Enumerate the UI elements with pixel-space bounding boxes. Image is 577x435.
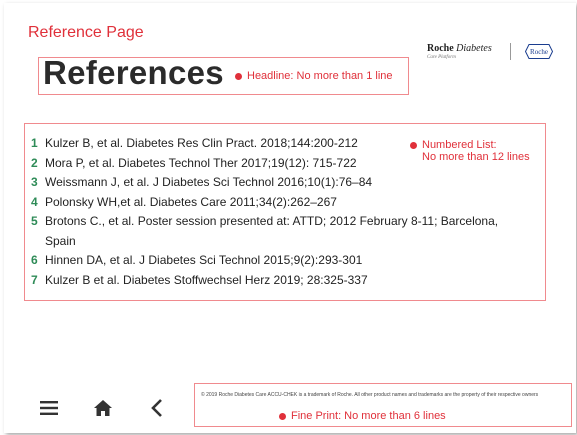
home-button[interactable] (92, 397, 114, 419)
references-list-box: 1 Kulzer B, et al. Diabetes Res Clin Prac… (24, 123, 546, 301)
fine-print: © 2019 Roche Diabetes Care ACCU-CHEK is … (201, 392, 539, 398)
list-note-title: Numbered List: (422, 139, 497, 151)
note-dot (279, 413, 286, 420)
headline-note: Headline: No more than 1 line (247, 70, 393, 82)
svg-text:Roche: Roche (530, 48, 548, 56)
list-item: 3 Weissmann J, et al. J Diabetes Sci Tech… (31, 175, 373, 189)
menu-button[interactable] (38, 397, 60, 419)
page-label: Reference Page (28, 24, 144, 41)
headline-box: References Headline: No more than 1 line (38, 54, 409, 95)
fine-print-box: © 2019 Roche Diabetes Care ACCU-CHEK is … (194, 383, 572, 427)
note-dot (410, 142, 417, 149)
brand-subtitle: Care Platform (427, 55, 456, 60)
hamburger-menu-icon (40, 401, 58, 415)
note-dot (235, 73, 242, 80)
roche-logo-icon: Roche (525, 44, 553, 59)
fine-print-note: Fine Print: No more than 6 lines (291, 410, 446, 422)
home-icon (94, 400, 112, 416)
brand-logo-area: Roche Diabetes Care Platform Roche (427, 43, 557, 65)
brand-separator (510, 43, 511, 60)
list-item: 5 Brotons C., et al. Poster session prese… (31, 214, 499, 248)
chevron-left-icon (151, 399, 162, 417)
brand-name: Roche Diabetes (427, 43, 492, 54)
list-item: 6 Hinnen DA, et al. J Diabetes Sci Techno… (31, 253, 363, 267)
back-button[interactable] (146, 397, 168, 419)
list-item: 7 Kulzer B et al. Diabetes Stoffwechsel H… (31, 272, 368, 287)
list-note-detail: No more than 12 lines (422, 151, 530, 163)
list-item: 4 Polonsky WH,et al. Diabetes Care 2011;3… (31, 194, 337, 209)
page-title: References (43, 54, 224, 91)
reference-page: Reference Page Roche Diabetes Care Platf… (4, 3, 576, 433)
